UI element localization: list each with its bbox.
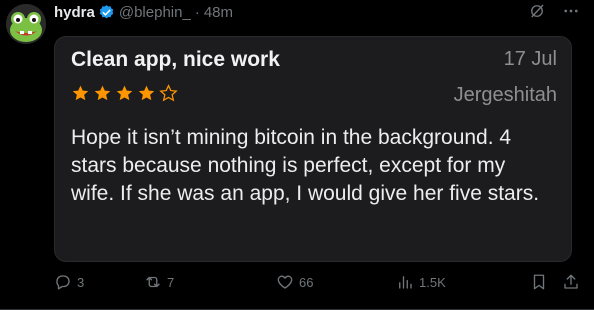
- like-button[interactable]: 66: [276, 273, 396, 291]
- handle[interactable]: @blephin_: [119, 4, 191, 21]
- review-author: Jergeshitah: [453, 84, 557, 106]
- more-icon[interactable]: [562, 2, 580, 25]
- share-icon[interactable]: [562, 273, 580, 291]
- repost-button[interactable]: 7: [144, 273, 276, 291]
- star-filled-icon: [116, 85, 133, 101]
- star-filled-icon: [94, 85, 111, 101]
- star-empty-icon: [159, 84, 178, 102]
- tweet-header: hydra @blephin_ · 48m: [54, 2, 233, 22]
- tweet-action-bar: 3 7 66 1.5K: [54, 270, 580, 294]
- frog-avatar-icon: [6, 4, 46, 44]
- bookmark-share-group: [530, 273, 580, 291]
- review-body: Hope it isn’t mining bitcoin in the back…: [71, 126, 540, 205]
- avatar[interactable]: [6, 4, 46, 44]
- review-card-image[interactable]: Clean app, nice work 17 Jul Jergeshitah …: [54, 36, 572, 262]
- timestamp[interactable]: 48m: [204, 4, 233, 21]
- top-right-actions: [528, 2, 580, 25]
- review-title: Clean app, nice work: [71, 48, 280, 71]
- star-filled-icon: [138, 85, 155, 101]
- bookmark-icon[interactable]: [530, 273, 548, 291]
- star-rating: [71, 84, 178, 103]
- views-button[interactable]: 1.5K: [396, 273, 514, 291]
- reply-button[interactable]: 3: [54, 273, 144, 291]
- grok-icon[interactable]: [528, 2, 546, 25]
- like-count: 66: [299, 274, 314, 290]
- verified-badge-icon: [98, 4, 115, 21]
- repost-count: 7: [167, 274, 175, 290]
- star-filled-icon: [72, 85, 89, 101]
- reply-count: 3: [77, 274, 85, 290]
- like-icon: [277, 275, 293, 289]
- separator-dot: ·: [194, 3, 200, 21]
- review-date: 17 Jul: [503, 48, 557, 70]
- views-count: 1.5K: [419, 274, 446, 290]
- display-name[interactable]: hydra: [54, 4, 95, 21]
- repost-icon: [146, 276, 160, 288]
- views-icon: [399, 276, 412, 289]
- reply-icon: [56, 275, 70, 290]
